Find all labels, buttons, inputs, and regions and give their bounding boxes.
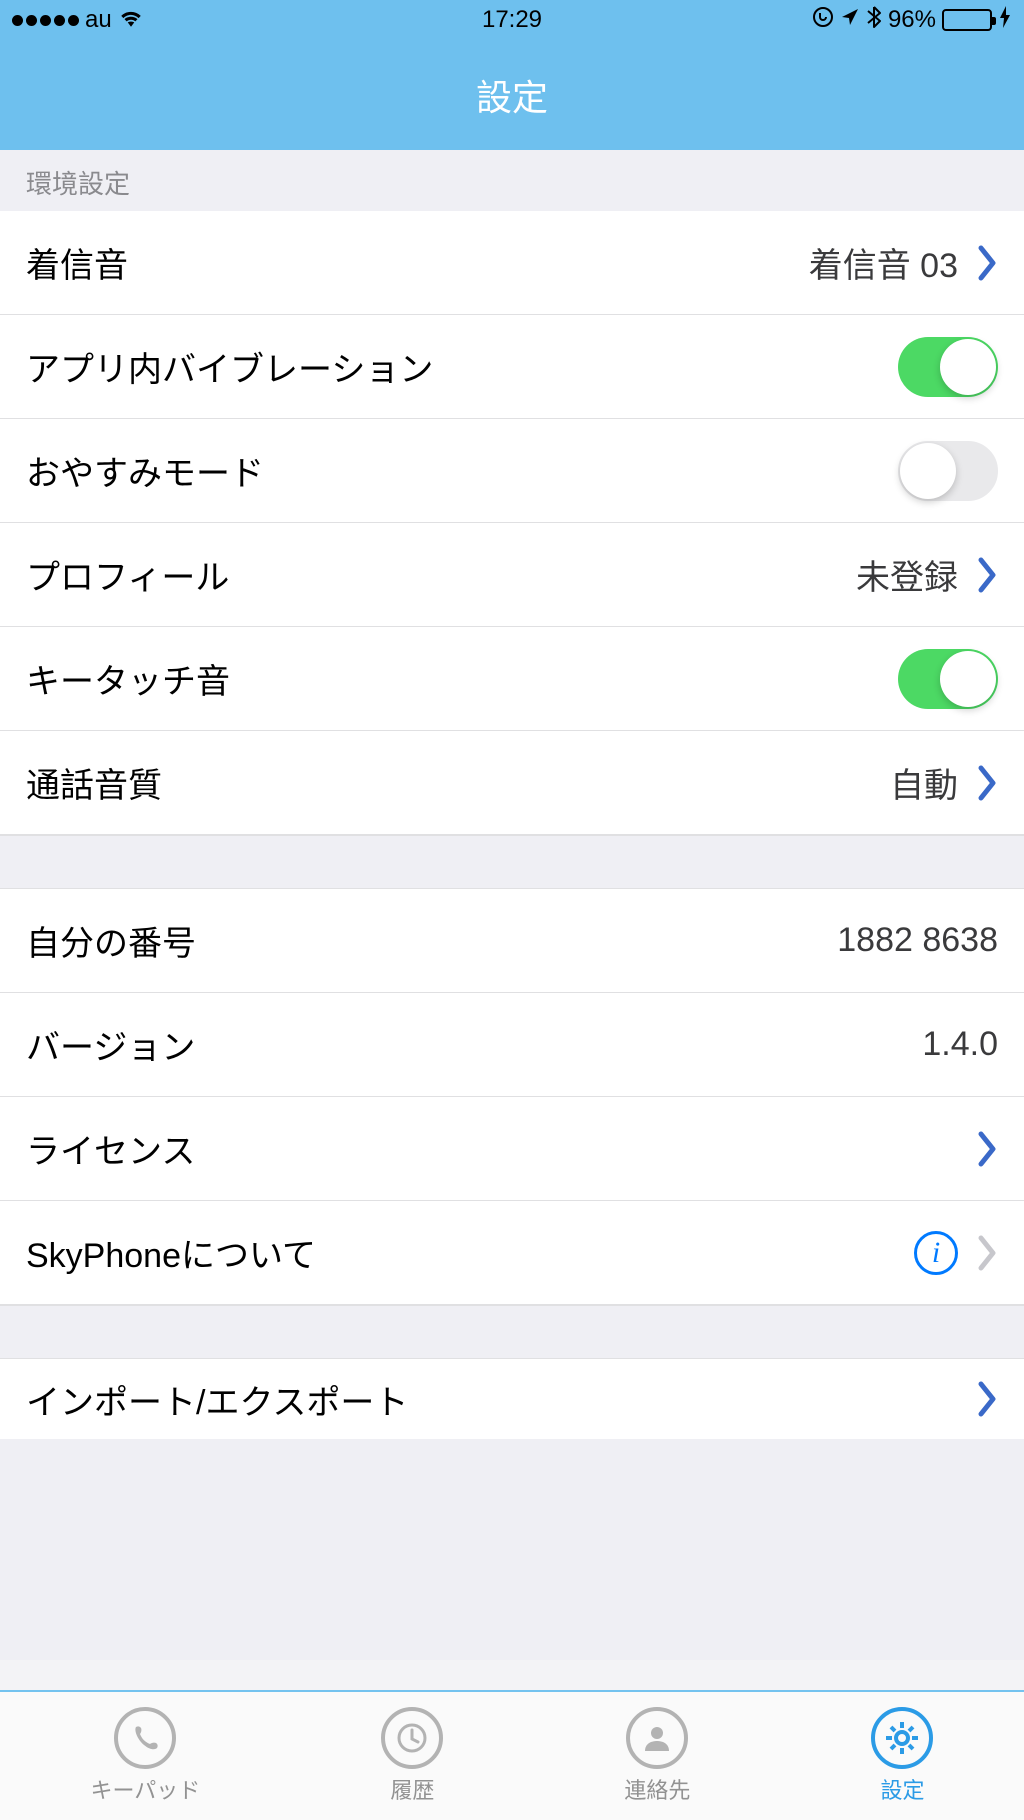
page-title: 設定 (476, 69, 548, 121)
section-spacer (0, 835, 1024, 889)
row-profile[interactable]: プロフィール 未登録 (0, 523, 1024, 627)
row-profile-value: 未登録 (856, 550, 958, 599)
section-header-env: 環境設定 (0, 150, 1024, 211)
nav-bar: 設定 (0, 40, 1024, 150)
toggle-dnd[interactable] (898, 441, 998, 501)
row-about[interactable]: SkyPhoneについて i (0, 1201, 1024, 1305)
row-license-label: ライセンス (26, 1124, 958, 1173)
row-ringtone-value: 着信音 03 (809, 238, 958, 287)
row-call-quality-value: 自動 (890, 758, 958, 807)
row-keytouch-label: キータッチ音 (26, 654, 898, 703)
tab-history[interactable]: 履歴 (381, 1707, 443, 1805)
chevron-right-icon (978, 557, 998, 593)
carrier-label: au (85, 6, 112, 34)
row-vibration[interactable]: アプリ内バイブレーション (0, 315, 1024, 419)
settings-list-advanced: インポート/エクスポート (0, 1359, 1024, 1439)
person-icon (626, 1707, 688, 1769)
status-bar: au 17:29 96% (0, 0, 1024, 40)
row-version: バージョン 1.4.0 (0, 993, 1024, 1097)
phone-icon (114, 1707, 176, 1769)
row-import-export[interactable]: インポート/エクスポート (0, 1359, 1024, 1439)
section-spacer-2 (0, 1305, 1024, 1359)
toggle-keytouch[interactable] (898, 649, 998, 709)
tab-keypad[interactable]: キーパッド (91, 1707, 201, 1805)
row-license[interactable]: ライセンス (0, 1097, 1024, 1201)
row-ringtone-label: 着信音 (26, 238, 809, 287)
row-version-label: バージョン (26, 1020, 922, 1069)
chevron-right-icon (978, 1131, 998, 1167)
row-about-label: SkyPhoneについて (26, 1228, 914, 1277)
tab-contacts[interactable]: 連絡先 (624, 1707, 690, 1805)
info-icon[interactable]: i (914, 1231, 958, 1275)
chevron-right-icon (978, 245, 998, 281)
tab-bar: キーパッド 履歴 連絡先 設定 (0, 1690, 1024, 1820)
settings-list-info: 自分の番号 1882 8638 バージョン 1.4.0 ライセンス SkyPho… (0, 889, 1024, 1305)
status-time: 17:29 (482, 6, 542, 34)
tab-contacts-label: 連絡先 (624, 1773, 690, 1805)
chevron-right-icon (978, 1381, 998, 1417)
row-dnd-label: おやすみモード (26, 446, 898, 495)
tab-history-label: 履歴 (390, 1773, 434, 1805)
tab-settings[interactable]: 設定 (871, 1707, 933, 1805)
tab-settings-label: 設定 (880, 1773, 924, 1805)
row-profile-label: プロフィール (26, 550, 856, 599)
battery-pct: 96% (888, 6, 936, 34)
bluetooth-icon (866, 5, 882, 36)
toggle-vibration[interactable] (898, 337, 998, 397)
row-call-quality[interactable]: 通話音質 自動 (0, 731, 1024, 835)
row-ringtone[interactable]: 着信音 着信音 03 (0, 211, 1024, 315)
clock-icon (381, 1707, 443, 1769)
settings-list-env: 着信音 着信音 03 アプリ内バイブレーション おやすみモード プロフィール 未… (0, 211, 1024, 835)
battery-icon (942, 9, 992, 31)
chevron-right-icon (978, 1235, 998, 1271)
row-my-number-value: 1882 8638 (837, 921, 998, 960)
row-my-number: 自分の番号 1882 8638 (0, 889, 1024, 993)
orientation-lock-icon (812, 6, 834, 35)
row-my-number-label: 自分の番号 (26, 916, 837, 965)
wifi-icon (118, 6, 144, 34)
row-import-export-label: インポート/エクスポート (26, 1375, 958, 1424)
row-dnd[interactable]: おやすみモード (0, 419, 1024, 523)
chevron-right-icon (978, 765, 998, 801)
row-vibration-label: アプリ内バイブレーション (26, 342, 898, 391)
row-version-value: 1.4.0 (922, 1025, 998, 1064)
location-icon (840, 6, 860, 34)
signal-dots-icon (12, 15, 79, 26)
row-call-quality-label: 通話音質 (26, 758, 890, 807)
charging-icon (998, 6, 1012, 35)
gear-icon (871, 1707, 933, 1769)
row-keytouch[interactable]: キータッチ音 (0, 627, 1024, 731)
tab-keypad-label: キーパッド (91, 1773, 201, 1805)
